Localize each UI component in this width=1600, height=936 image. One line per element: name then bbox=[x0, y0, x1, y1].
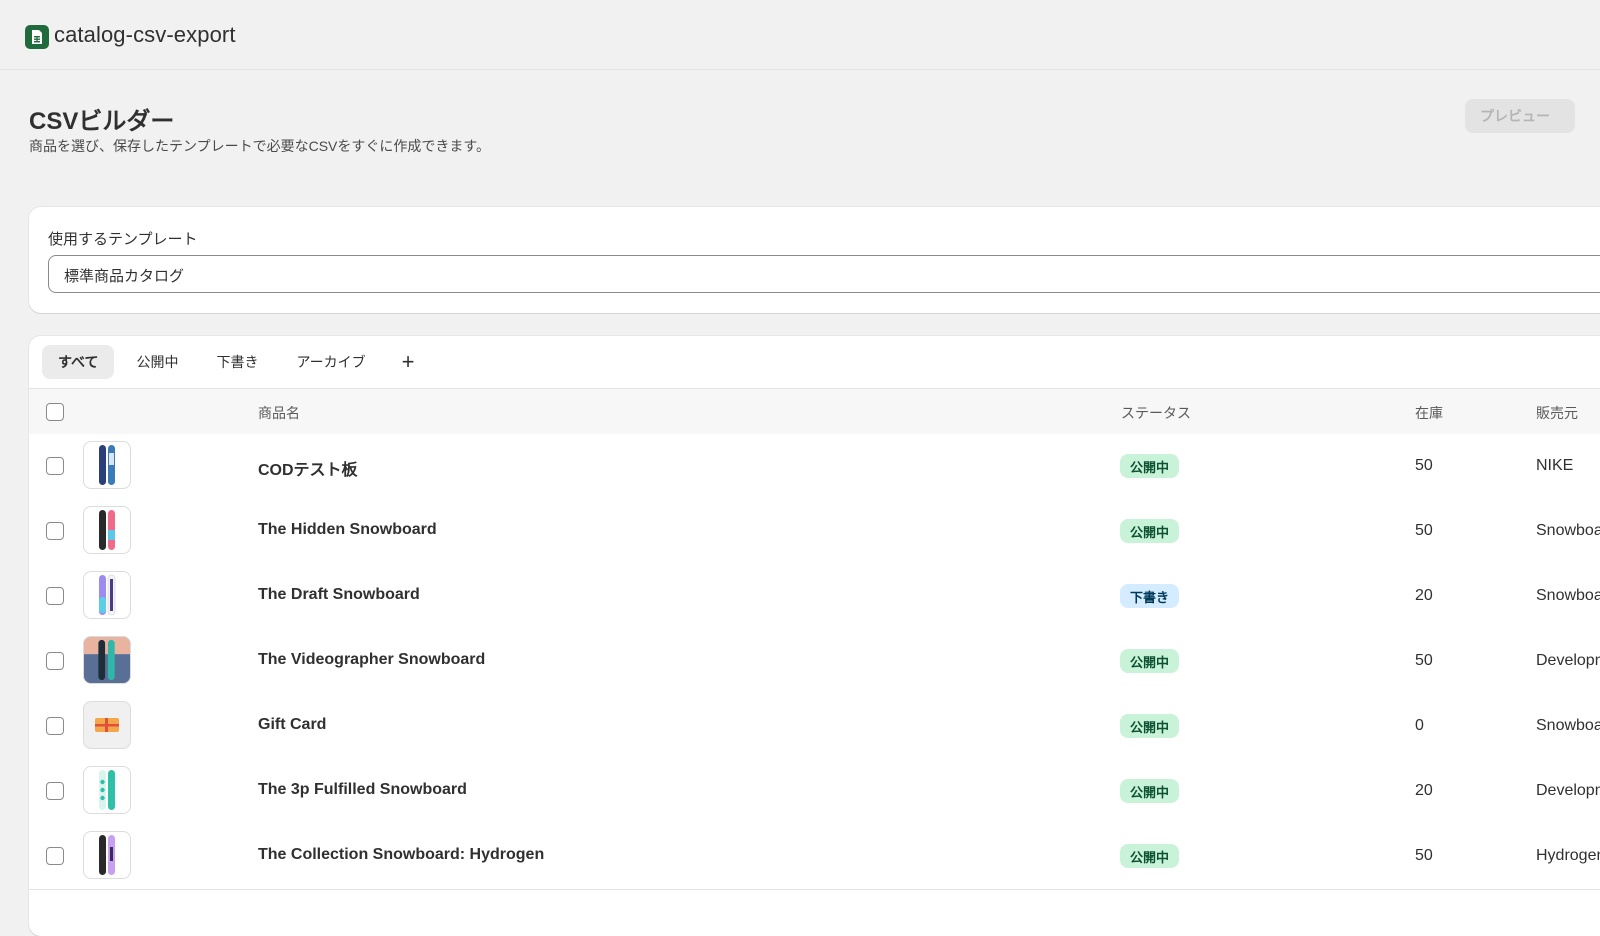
table-row[interactable]: The Videographer Snowboard 公開中 50 Develo… bbox=[29, 629, 1600, 695]
inventory-count: 50 bbox=[1415, 652, 1433, 669]
inventory-count: 20 bbox=[1415, 587, 1433, 604]
status-badge: 公開中 bbox=[1120, 779, 1180, 803]
table-row[interactable]: The Hidden Snowboard 公開中 50 Snowboard Ve… bbox=[29, 499, 1600, 565]
filter-tabs: すべて 公開中 下書き アーカイブ + bbox=[42, 345, 429, 379]
app-header: catalog-csv-export bbox=[0, 0, 1600, 70]
product-name[interactable]: Gift Card bbox=[258, 716, 326, 734]
status-badge: 下書き bbox=[1120, 584, 1180, 608]
template-card: 使用するテンプレート 標準商品カタログ bbox=[29, 207, 1600, 313]
row-checkbox[interactable] bbox=[46, 717, 64, 735]
vendor-name: Hydrogen Vendor bbox=[1536, 847, 1600, 864]
row-checkbox[interactable] bbox=[46, 587, 64, 605]
status-badge: 公開中 bbox=[1120, 714, 1180, 738]
vendor-name: Development bbox=[1536, 652, 1600, 669]
row-checkbox[interactable] bbox=[46, 652, 64, 670]
product-name[interactable]: The 3p Fulfilled Snowboard bbox=[258, 781, 467, 799]
preview-button[interactable]: プレビュー bbox=[1465, 99, 1575, 133]
inventory-count: 50 bbox=[1415, 457, 1433, 474]
status-badge: 公開中 bbox=[1120, 519, 1180, 543]
product-thumbnail bbox=[83, 766, 131, 814]
product-name[interactable]: The Hidden Snowboard bbox=[258, 521, 437, 539]
product-name[interactable]: The Draft Snowboard bbox=[258, 586, 420, 604]
table-row[interactable]: The 3p Fulfilled Snowboard 公開中 20 Develo… bbox=[29, 759, 1600, 825]
vendor-name: NIKE bbox=[1536, 457, 1574, 474]
column-header-name[interactable]: 商品名 bbox=[258, 403, 300, 423]
table-row[interactable]: The Draft Snowboard 下書き 20 Snowboard Ven… bbox=[29, 564, 1600, 630]
inventory-count: 50 bbox=[1415, 847, 1433, 864]
column-header-vendor[interactable]: 販売元 bbox=[1536, 403, 1578, 423]
product-thumbnail bbox=[83, 441, 131, 489]
status-badge: 公開中 bbox=[1120, 454, 1180, 478]
product-thumbnail bbox=[83, 636, 131, 684]
template-select[interactable]: 標準商品カタログ bbox=[48, 255, 1600, 293]
product-name[interactable]: The Collection Snowboard: Hydrogen bbox=[258, 846, 544, 864]
tab-all[interactable]: すべて bbox=[42, 345, 115, 379]
add-tab-button[interactable]: + bbox=[388, 345, 429, 379]
product-thumbnail bbox=[83, 506, 131, 554]
vendor-name: Development bbox=[1536, 782, 1600, 799]
select-all-checkbox[interactable] bbox=[46, 403, 64, 421]
app-title: catalog-csv-export bbox=[54, 22, 236, 47]
column-header-inventory[interactable]: 在庫 bbox=[1415, 403, 1443, 423]
inventory-count: 20 bbox=[1415, 782, 1433, 799]
tab-active[interactable]: 公開中 bbox=[120, 345, 194, 379]
row-checkbox[interactable] bbox=[46, 522, 64, 540]
template-label: 使用するテンプレート bbox=[48, 231, 198, 248]
table-header: 商品名 ステータス 在庫 販売元 bbox=[29, 388, 1600, 435]
product-thumbnail bbox=[83, 571, 131, 619]
status-badge: 公開中 bbox=[1120, 844, 1180, 868]
table-row[interactable]: CODテスト板 公開中 50 NIKE bbox=[29, 434, 1600, 500]
product-thumbnail bbox=[83, 831, 131, 879]
row-checkbox[interactable] bbox=[46, 847, 64, 865]
table-row[interactable]: The Collection Snowboard: Hydrogen 公開中 5… bbox=[29, 824, 1600, 890]
page-title: CSVビルダー bbox=[29, 108, 175, 135]
tab-archived[interactable]: アーカイブ bbox=[280, 345, 381, 379]
row-checkbox[interactable] bbox=[46, 457, 64, 475]
product-thumbnail bbox=[83, 701, 131, 749]
product-name[interactable]: The Videographer Snowboard bbox=[258, 651, 485, 669]
products-table-card: すべて 公開中 下書き アーカイブ + 商品名 ステータス 在庫 販売元 COD… bbox=[29, 336, 1600, 936]
inventory-count: 50 bbox=[1415, 522, 1433, 539]
vendor-name: Snowboard Vendor bbox=[1536, 587, 1600, 604]
row-checkbox[interactable] bbox=[46, 782, 64, 800]
inventory-count: 0 bbox=[1415, 717, 1424, 734]
spreadsheet-icon bbox=[25, 25, 49, 49]
vendor-name: Snowboard Vendor bbox=[1536, 717, 1600, 734]
status-badge: 公開中 bbox=[1120, 649, 1180, 673]
product-name[interactable]: CODテスト板 bbox=[258, 456, 358, 480]
tab-draft[interactable]: 下書き bbox=[200, 345, 274, 379]
column-header-status[interactable]: ステータス bbox=[1121, 403, 1191, 423]
table-row[interactable]: Gift Card 公開中 0 Snowboard Vendor bbox=[29, 694, 1600, 760]
page-subtitle: 商品を選び、保存したテンプレートで必要なCSVをすぐに作成できます。 bbox=[29, 138, 490, 154]
vendor-name: Snowboard Vendor bbox=[1536, 522, 1600, 539]
